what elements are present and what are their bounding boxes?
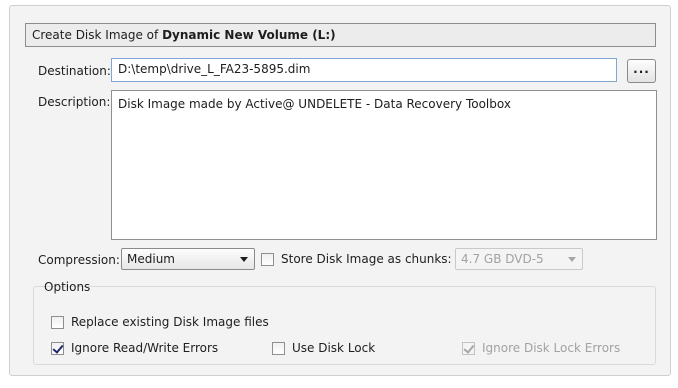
chevron-down-icon: [568, 257, 576, 262]
replace-existing-checkbox[interactable]: [51, 316, 64, 329]
chunk-size-select[interactable]: 4.7 GB DVD-5: [455, 248, 583, 270]
ignore-lock-errors-label: Ignore Disk Lock Errors: [482, 341, 621, 355]
description-label: Description:: [38, 95, 111, 109]
compression-value: Medium: [127, 252, 175, 266]
title-prefix: Create Disk Image of: [32, 28, 163, 42]
store-chunks-checkbox[interactable]: [261, 253, 274, 266]
destination-label: Destination:: [38, 64, 111, 78]
use-disk-lock-checkbox[interactable]: [272, 342, 285, 355]
ignore-lock-errors-checkbox[interactable]: [462, 342, 475, 355]
store-chunks-label: Store Disk Image as chunks:: [281, 252, 452, 266]
destination-field[interactable]: D:\temp\drive_L_FA23-5895.dim: [111, 58, 617, 82]
use-disk-lock-label: Use Disk Lock: [292, 341, 376, 355]
page-title: Create Disk Image of Dynamic New Volume …: [25, 23, 656, 47]
browse-button[interactable]: ...: [627, 59, 656, 83]
description-field[interactable]: Disk Image made by Active@ UNDELETE - Da…: [111, 90, 657, 240]
options-title: Options: [44, 280, 91, 294]
chunk-size-value: 4.7 GB DVD-5: [461, 252, 544, 266]
chevron-down-icon: [240, 257, 248, 262]
ignore-rw-errors-checkbox[interactable]: [51, 342, 64, 355]
compression-select[interactable]: Medium: [121, 248, 255, 270]
compression-label: Compression:: [38, 253, 120, 267]
ignore-rw-errors-label: Ignore Read/Write Errors: [71, 341, 219, 355]
replace-existing-label: Replace existing Disk Image files: [71, 315, 269, 329]
title-volume: Dynamic New Volume (L:): [162, 28, 336, 42]
